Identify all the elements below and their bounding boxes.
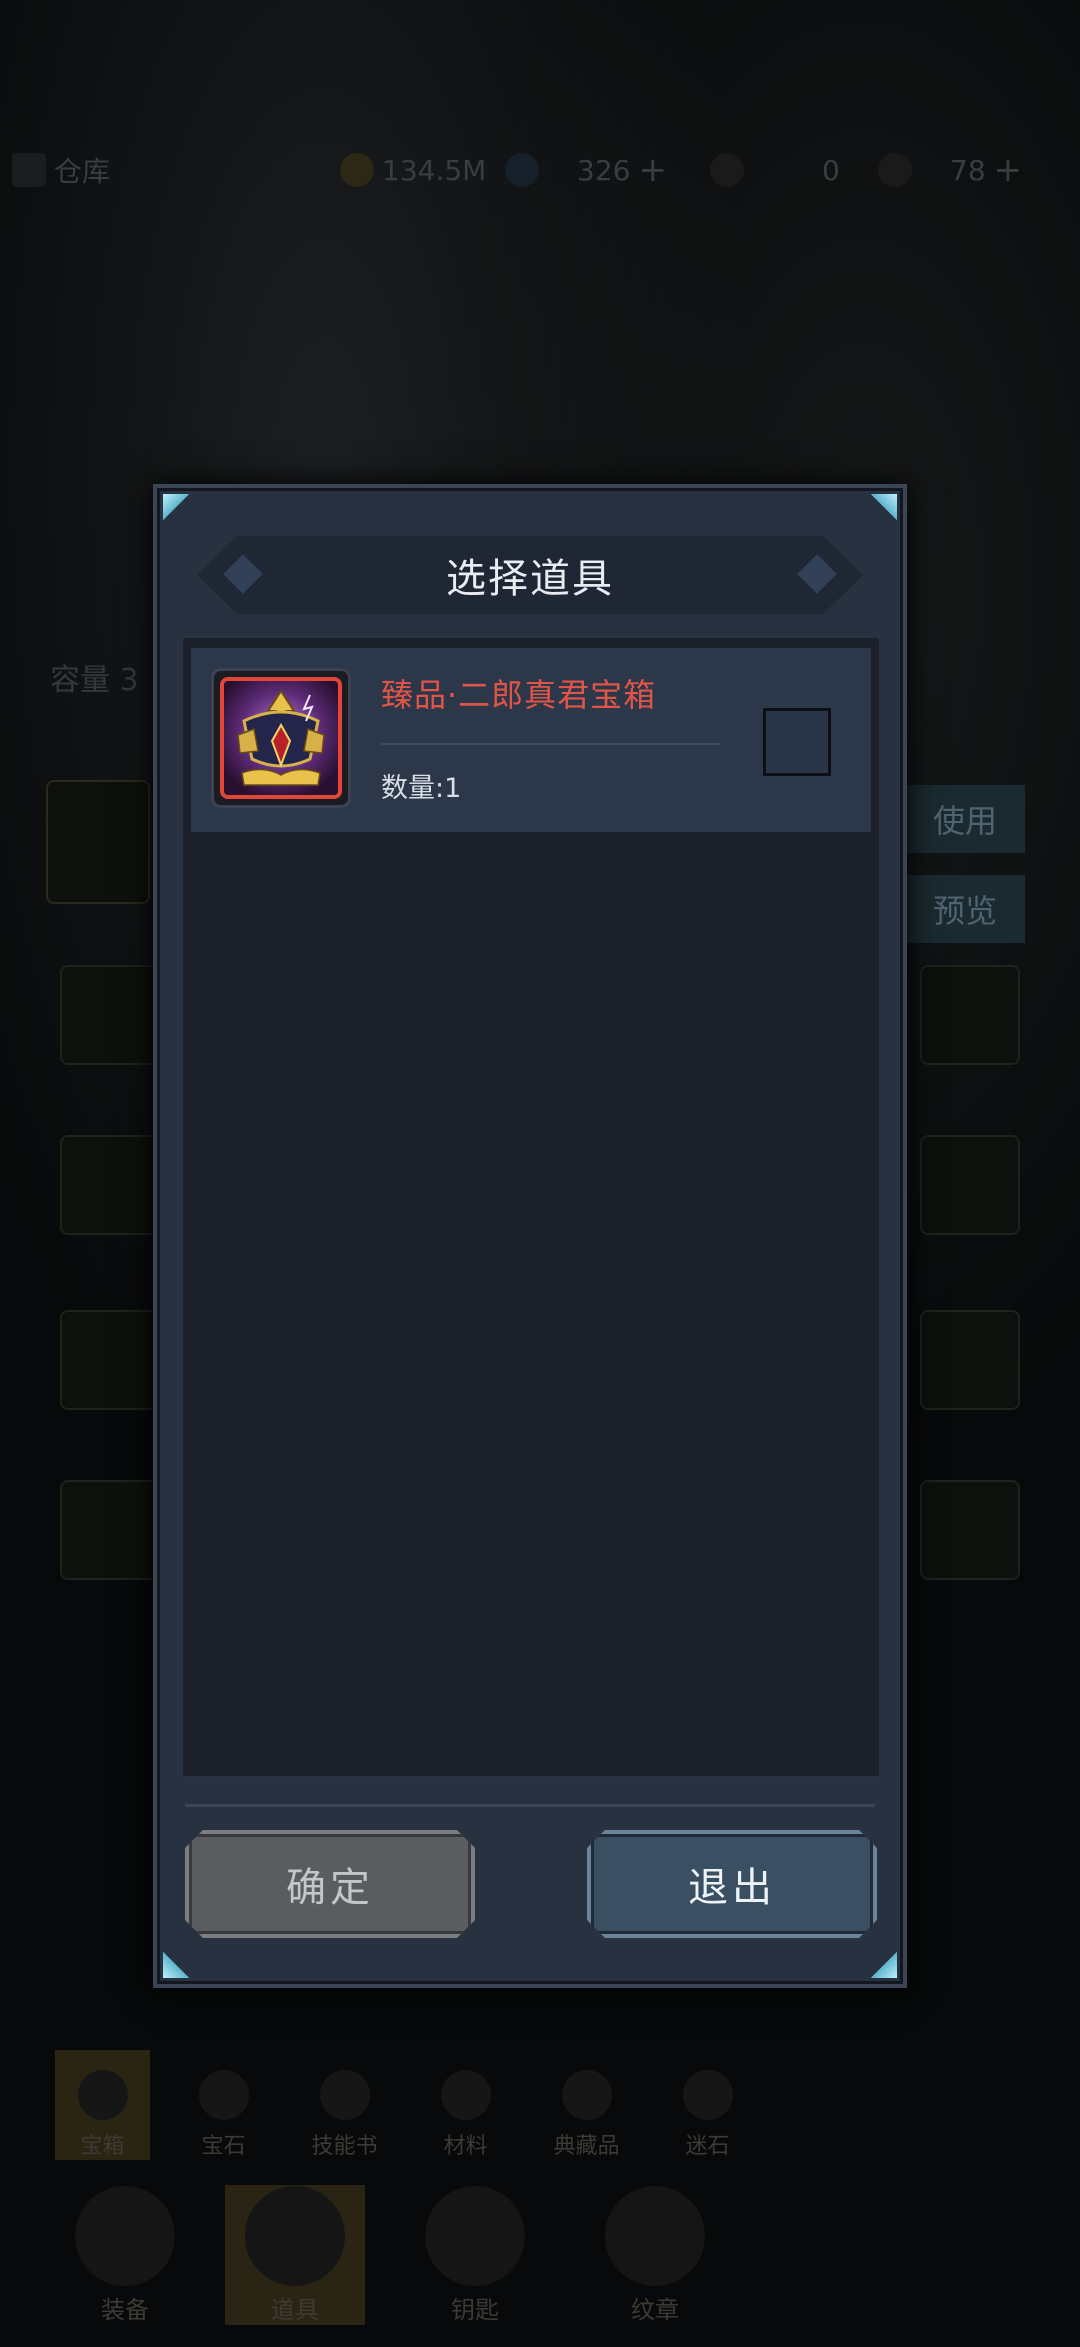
nav-items[interactable]: 道具 [225, 2185, 365, 2325]
chest-icon [77, 2070, 128, 2120]
gem-icon [505, 153, 539, 187]
item-list: 臻品·二郎真君宝箱 数量:1 [181, 636, 881, 1778]
tab-collectible[interactable]: 典藏品 [539, 2050, 634, 2160]
moon-icon [710, 153, 744, 187]
gem-counter: 326 + [505, 150, 667, 190]
inventory-slot[interactable] [60, 1135, 160, 1235]
resource4-counter: 78 + [878, 150, 1022, 190]
item-select-checkbox[interactable] [763, 708, 831, 776]
inventory-slot[interactable] [920, 1480, 1020, 1580]
collectible-icon [561, 2070, 612, 2120]
dialog-title-banner: 选择道具 [197, 536, 863, 614]
inventory-slot[interactable] [60, 1480, 160, 1580]
dialog-title: 选择道具 [446, 556, 614, 602]
add-gems-icon[interactable]: + [638, 150, 667, 190]
capacity-label: 容量 3 [50, 663, 139, 698]
tab-material[interactable]: 材料 [418, 2050, 513, 2160]
inventory-slot[interactable] [920, 1310, 1020, 1410]
item-divider [381, 743, 721, 745]
equipment-icon [75, 2186, 175, 2286]
material-icon [440, 2070, 491, 2120]
stone-icon [682, 2070, 733, 2120]
select-item-dialog: 选择道具 臻品·二郎真君宝箱 数量:1 确定 退出 [153, 484, 907, 1988]
inventory-slot[interactable] [920, 1135, 1020, 1235]
gold-coin-icon [340, 153, 374, 187]
exit-button[interactable]: 退出 [587, 1830, 877, 1938]
emblem-icon [605, 2186, 705, 2286]
nav-emblem[interactable]: 纹章 [585, 2185, 725, 2325]
preview-button[interactable]: 预览 [905, 875, 1025, 943]
category-tabs: 宝箱 宝石 技能书 材料 典藏品 迷石 [55, 2050, 755, 2160]
treasure-chest-icon [220, 677, 342, 799]
bottom-nav: 装备 道具 钥匙 纹章 [55, 2185, 1055, 2335]
warehouse-title: 仓库 [12, 150, 110, 190]
item-quantity: 数量:1 [381, 773, 462, 804]
resource3-counter: 0 [710, 153, 840, 187]
top-resource-bar: 仓库 134.5M 326 + 0 78 + [0, 140, 1080, 200]
corner-ornament [871, 494, 897, 520]
inventory-slot[interactable] [60, 965, 160, 1065]
add-stamina-icon[interactable]: + [994, 150, 1023, 190]
nav-equipment[interactable]: 装备 [55, 2185, 195, 2325]
gem-icon [198, 2070, 249, 2120]
stamina-icon [878, 153, 912, 187]
corner-ornament [163, 494, 189, 520]
confirm-button[interactable]: 确定 [185, 1830, 475, 1938]
warehouse-icon [12, 153, 46, 187]
inventory-slot[interactable] [60, 1310, 160, 1410]
corner-ornament [163, 1952, 189, 1978]
list-item[interactable]: 臻品·二郎真君宝箱 数量:1 [191, 648, 871, 832]
items-icon [245, 2186, 345, 2286]
item-name: 臻品·二郎真君宝箱 [381, 676, 657, 714]
nav-keys[interactable]: 钥匙 [405, 2185, 545, 2325]
gold-counter: 134.5M [340, 153, 486, 187]
tab-chest[interactable]: 宝箱 [55, 2050, 150, 2160]
book-icon [319, 2070, 370, 2120]
use-button[interactable]: 使用 [905, 785, 1025, 853]
corner-ornament [871, 1952, 897, 1978]
key-icon [425, 2186, 525, 2286]
tab-skillbook[interactable]: 技能书 [297, 2050, 392, 2160]
tab-stone[interactable]: 迷石 [660, 2050, 755, 2160]
tab-gem[interactable]: 宝石 [176, 2050, 271, 2160]
inventory-slot[interactable] [46, 780, 150, 904]
footer-divider [185, 1804, 875, 1807]
item-icon-frame [211, 668, 351, 808]
inventory-slot[interactable] [920, 965, 1020, 1065]
